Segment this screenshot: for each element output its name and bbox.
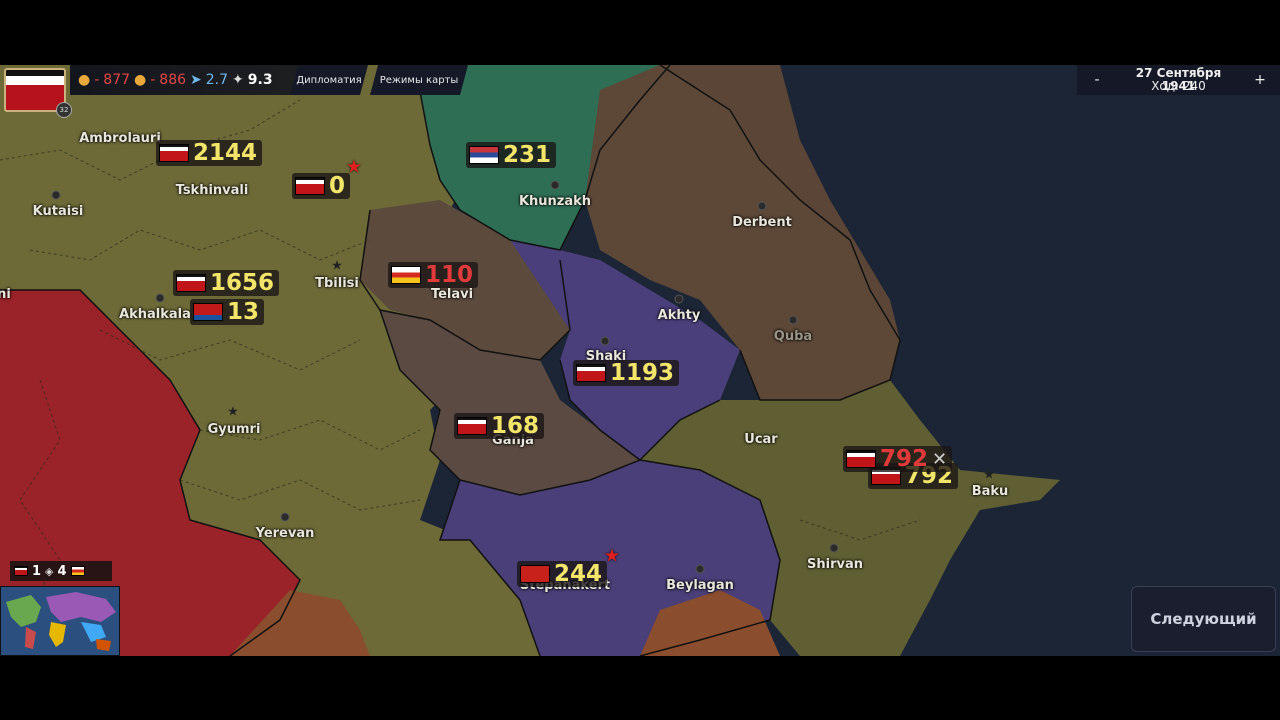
city-label: Quba [773, 329, 813, 344]
shield-icon: ◈ [45, 564, 54, 578]
date-panel: - 27 Сентября 1941 Ход: 240 + [1077, 65, 1280, 95]
resource-bar: ● - 877 ● - 886 ➤ 2.7 ✦ 9.3 [70, 65, 298, 95]
food-prefix: - [150, 72, 156, 88]
army-strength: 2144 [193, 140, 258, 166]
army-unit[interactable]: 110 [388, 262, 479, 288]
city-label: Ambrolauri [79, 131, 161, 146]
city-label: Khunzakh [518, 194, 592, 209]
army-unit[interactable]: 1193 [573, 360, 680, 386]
army-unit[interactable]: 231 [466, 142, 557, 168]
flag-icon [70, 566, 85, 576]
army-unit[interactable]: 2144 [156, 140, 263, 166]
city-label: Gyumri [207, 422, 261, 437]
food-icon: ● [134, 72, 147, 88]
gold-prefix: - [94, 72, 100, 88]
tab-map-modes[interactable]: Режимы карты [370, 65, 468, 95]
army-flag-icon [193, 303, 223, 321]
city-label: Derbent [732, 215, 792, 230]
city-marker [757, 201, 767, 211]
city-label: Tskhinvali [175, 183, 249, 198]
city-label: Ucar [744, 432, 778, 447]
plane-value: 2.7 [205, 72, 229, 88]
army-flag-icon [391, 266, 421, 284]
army-strength: 231 [503, 142, 552, 168]
army-strength: 1656 [210, 270, 275, 296]
city-label: Beylagan [666, 578, 734, 593]
army-flag-icon [469, 146, 499, 164]
army-strength: 244 [554, 561, 603, 587]
plane-icon: ➤ [190, 72, 202, 88]
army-unit[interactable]: 13 [190, 299, 265, 325]
army-strength: 110 [425, 262, 474, 288]
flag-icon [14, 566, 28, 576]
alliance-count-2: 4 [57, 563, 67, 579]
food-value: 886 [159, 72, 187, 88]
tab-diplomacy[interactable]: Дипломатия [290, 65, 368, 95]
city-label: Kutaisi [32, 204, 84, 219]
close-icon[interactable]: ✕ [932, 449, 947, 470]
army-unit[interactable]: 0 [292, 173, 351, 199]
army-strength: 792 [880, 446, 929, 472]
capital-star-icon: ★ [331, 258, 343, 274]
city-marker [280, 512, 290, 522]
dove-icon: ✦ [232, 72, 244, 88]
city-label: Shirvan [807, 557, 863, 572]
capital-star-icon: ★ [227, 404, 239, 420]
minimap[interactable] [0, 586, 120, 656]
dove-value: 9.3 [247, 72, 273, 88]
city-label: Baku [971, 484, 1009, 499]
army-flag-icon [846, 450, 876, 468]
army-unit[interactable]: 1656 [173, 270, 280, 296]
capital-star-icon: ★ [983, 467, 995, 483]
army-flag-icon [295, 177, 325, 195]
gold-icon: ● [78, 72, 91, 88]
city-label: Akhty [657, 308, 701, 323]
city-marker [600, 336, 610, 346]
army-flag-icon [576, 364, 606, 382]
city-marker [788, 315, 798, 325]
city-marker [550, 180, 560, 190]
army-strength: 0 [329, 173, 346, 199]
city-label: ni [0, 287, 11, 302]
minimap-world-icon [1, 587, 119, 655]
army-flag-icon [176, 274, 206, 292]
army-unit[interactable]: 792 ✕ [843, 446, 953, 472]
army-flag-icon [520, 565, 550, 583]
turn-counter: Ход: 240 [1151, 79, 1206, 93]
city-marker [695, 564, 705, 574]
city-marker [674, 294, 684, 304]
city-label: Tbilisi [315, 276, 359, 291]
city-marker [51, 190, 61, 200]
city-label: Akhalkala [119, 307, 191, 322]
gold-value: 877 [103, 72, 131, 88]
speed-minus-button[interactable]: - [1077, 65, 1117, 95]
army-unit[interactable]: 168 [454, 413, 545, 439]
army-strength: 168 [491, 413, 540, 439]
speed-plus-button[interactable]: + [1240, 65, 1280, 95]
city-marker [829, 543, 839, 553]
army-flag-icon [159, 144, 189, 162]
army-strength: 13 [227, 299, 260, 325]
alliance-count-1: 1 [32, 563, 42, 579]
city-marker [155, 293, 165, 303]
player-badge: 32 [56, 102, 72, 118]
city-label: Telavi [430, 287, 474, 302]
city-label: Yerevan [255, 526, 315, 541]
army-strength: 1193 [610, 360, 675, 386]
alliance-info[interactable]: 1 ◈ 4 [10, 561, 112, 581]
army-flag-icon [457, 417, 487, 435]
army-unit[interactable]: 244 [517, 561, 608, 587]
next-turn-button[interactable]: Следующий [1131, 586, 1276, 652]
game-viewport: ★ ★ ★ ★ ★ Ambrolauri Tskhinvali Kutaisi … [0, 65, 1280, 656]
